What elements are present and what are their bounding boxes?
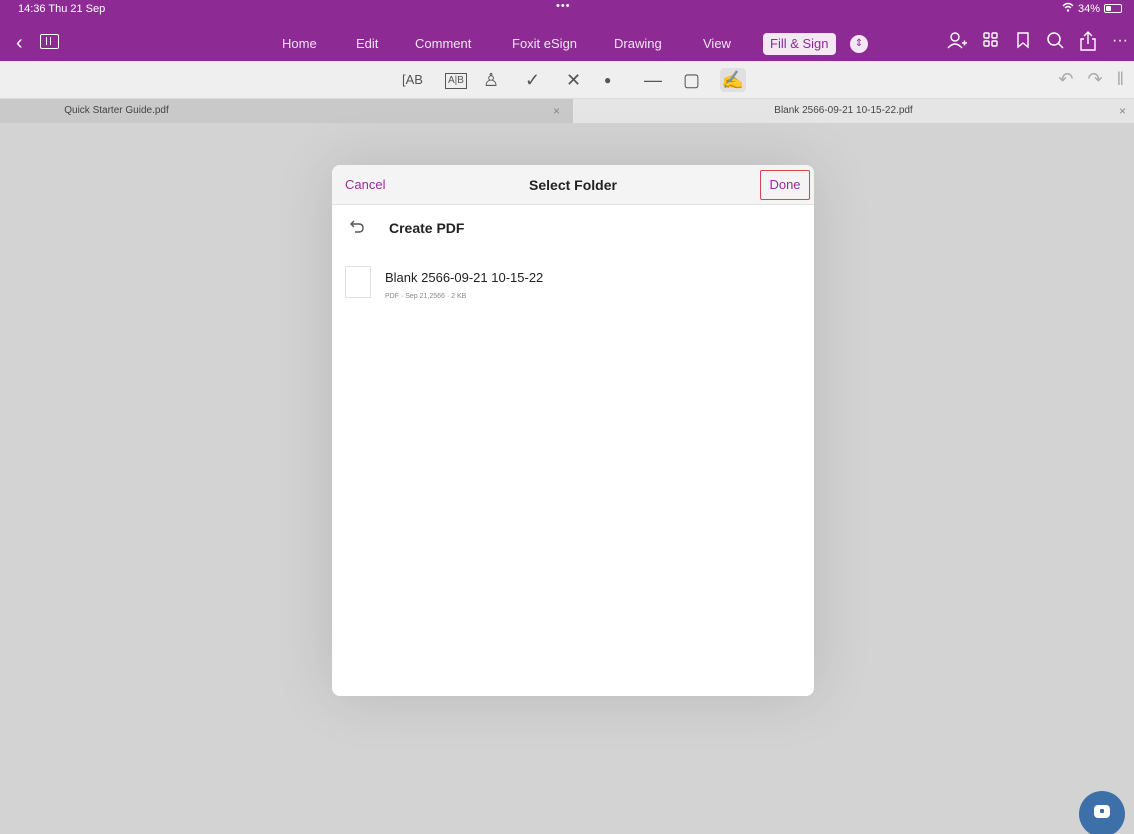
grid-icon[interactable] bbox=[982, 31, 1000, 56]
main-tabs: Home Edit Comment Foxit eSign Drawing Vi… bbox=[0, 33, 900, 55]
tab-home[interactable]: Home bbox=[282, 33, 317, 55]
select-folder-dialog: Cancel Select Folder Done Create PDF Bla… bbox=[332, 165, 814, 696]
chevron-updown-icon[interactable]: ⇕ bbox=[850, 35, 868, 53]
chat-bubble-glyph bbox=[1094, 805, 1110, 818]
checkmark-icon[interactable]: ✓ bbox=[525, 70, 540, 90]
cross-icon[interactable]: ✕ bbox=[566, 70, 581, 90]
tab-fill-sign[interactable]: Fill & Sign bbox=[763, 33, 836, 55]
back-arrow-icon[interactable] bbox=[349, 218, 365, 239]
more-icon[interactable]: ··· bbox=[1112, 31, 1128, 56]
text-field-icon[interactable]: [AB bbox=[402, 70, 423, 90]
undo-icon[interactable]: ↶ bbox=[1058, 69, 1073, 90]
top-app-bar: 14:36 Thu 21 Sep ••• 34% ‹ Home Edit Com… bbox=[0, 0, 1134, 61]
tab-comment[interactable]: Comment bbox=[415, 33, 471, 55]
current-folder-row: Create PDF bbox=[332, 213, 814, 243]
bookmark-icon[interactable] bbox=[1015, 31, 1031, 56]
file-name: Blank 2566-09-21 10-15-22 bbox=[385, 270, 544, 285]
doc-tab-title: Blank 2566-09-21 10-15-22.pdf bbox=[774, 105, 913, 116]
line-icon[interactable]: — bbox=[644, 70, 662, 90]
right-toolbar-icons: ··· bbox=[947, 31, 1128, 56]
redo-icon[interactable]: ↷ bbox=[1087, 69, 1102, 90]
document-tabs: Quick Starter Guide.pdf × Blank 2566-09-… bbox=[0, 99, 1134, 123]
dialog-title: Select Folder bbox=[529, 177, 617, 193]
profile-icon[interactable]: ♙ bbox=[483, 70, 499, 90]
dialog-header: Cancel Select Folder Done bbox=[332, 165, 814, 205]
close-icon[interactable]: × bbox=[1119, 99, 1126, 123]
sign-pen-icon[interactable]: ✍ bbox=[720, 68, 746, 92]
comb-text-icon[interactable]: A|B bbox=[445, 73, 467, 89]
dot-icon[interactable]: ● bbox=[604, 70, 611, 90]
current-folder-name: Create PDF bbox=[389, 220, 465, 236]
rectangle-icon[interactable]: ▢ bbox=[683, 70, 700, 90]
tab-foxit-esign[interactable]: Foxit eSign bbox=[512, 33, 577, 55]
doc-tab-title: Quick Starter Guide.pdf bbox=[64, 105, 169, 116]
battery-icon bbox=[1104, 4, 1122, 13]
search-icon[interactable] bbox=[1046, 31, 1064, 56]
file-thumbnail bbox=[345, 266, 371, 298]
wifi-icon bbox=[1062, 2, 1074, 15]
tab-view[interactable]: View bbox=[703, 33, 731, 55]
battery-percent: 34% bbox=[1077, 2, 1100, 15]
tab-drawing[interactable]: Drawing bbox=[614, 33, 662, 55]
undo-redo-group: ↶ ↷ ‖ bbox=[1058, 69, 1124, 90]
status-right: 34% bbox=[1062, 2, 1122, 15]
collapse-icon[interactable]: ‖ bbox=[1117, 69, 1124, 90]
done-button[interactable]: Done bbox=[760, 170, 810, 200]
list-item[interactable]: Blank 2566-09-21 10-15-22 PDF · Sep 21,2… bbox=[332, 264, 814, 308]
chat-bubble-icon[interactable] bbox=[1079, 791, 1125, 834]
file-meta: PDF · Sep 21,2566 · 2 KB bbox=[385, 293, 467, 300]
share-icon[interactable] bbox=[1079, 31, 1097, 56]
close-icon[interactable]: × bbox=[553, 99, 560, 123]
battery-fill bbox=[1106, 6, 1111, 11]
multitask-dots[interactable]: ••• bbox=[556, 0, 571, 12]
fill-sign-toolbar: [AB A|B ♙ ✓ ✕ ● — ▢ ✍ ↶ ↷ ‖ bbox=[0, 61, 1134, 99]
add-user-icon[interactable] bbox=[947, 31, 968, 56]
status-time: 14:36 Thu 21 Sep bbox=[18, 3, 106, 15]
tab-edit[interactable]: Edit bbox=[356, 33, 378, 55]
doc-tab-quick-starter[interactable]: Quick Starter Guide.pdf × bbox=[0, 99, 573, 123]
doc-tab-blank[interactable]: Blank 2566-09-21 10-15-22.pdf × bbox=[573, 99, 1134, 123]
